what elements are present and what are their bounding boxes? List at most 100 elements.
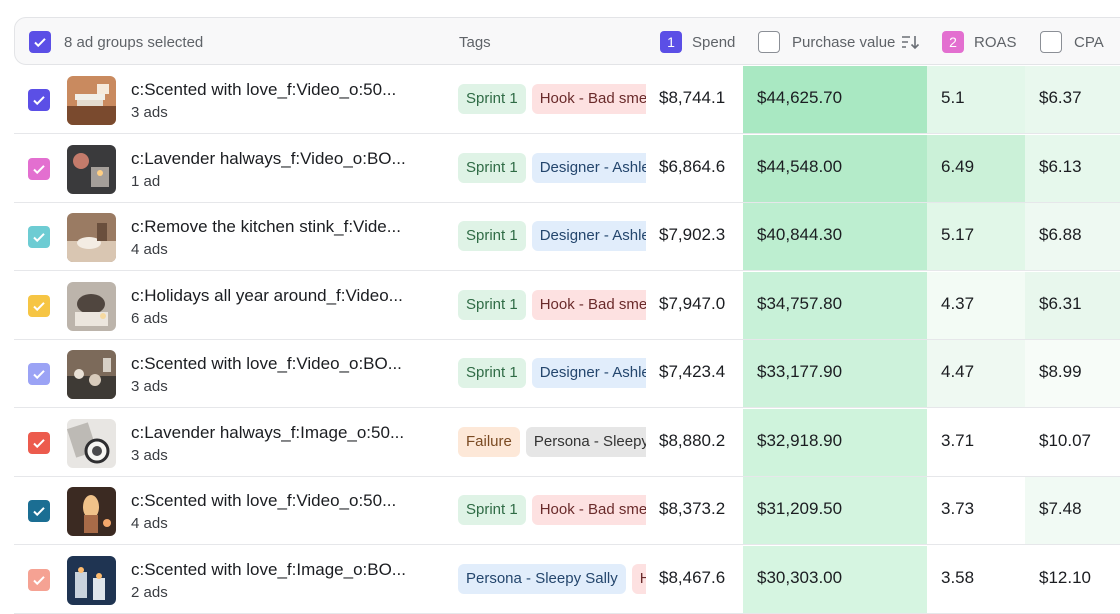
roas-value: 3.58 [941,567,975,587]
cpa-value: $6.88 [1039,225,1082,244]
ad-thumbnail[interactable] [67,76,116,125]
column-header-cpa[interactable]: CPA [1040,18,1104,66]
tag-chip[interactable]: Designer - Ashley [531,152,646,183]
cpa-checkbox[interactable] [1040,31,1062,53]
ad-group-name[interactable]: c:Scented with love_f:Video_o:50... [131,491,396,511]
cpa-cell: $6.88 [1025,203,1120,270]
checkmark-icon [34,38,46,48]
row-checkbox-cell [28,431,50,454]
tag-chip[interactable]: Hook - Bad smell [531,84,646,114]
ad-count: 1 ad [131,172,161,190]
row-checkbox[interactable] [28,294,50,317]
row-checkbox[interactable] [28,89,50,111]
ad-group-name[interactable]: c:Scented with love_f:Video_o:BO... [131,354,402,374]
roas-value: 6.49 [941,156,975,176]
row-checkbox[interactable] [28,500,50,522]
roas-value: 5.1 [941,88,965,107]
tag-chip[interactable]: Sprint 1 [458,221,526,251]
purchase-value-cell: $31,209.50 [743,477,927,544]
spend-value: $6,864.6 [659,156,726,176]
purchase-value: $44,548.00 [757,156,843,176]
tag-chip[interactable]: Sprint 1 [458,152,526,183]
roas-label: ROAS [974,33,1017,51]
row-checkbox[interactable] [28,363,50,385]
purchase-value: $33,177.90 [757,362,843,381]
cpa-cell: $8.99 [1025,340,1120,407]
row-checkbox-cell [28,500,50,522]
ad-group-name[interactable]: c:Lavender halways_f:Video_o:BO... [131,149,406,169]
roas-value: 3.71 [941,430,975,450]
ad-group-name[interactable]: c:Scented with love_f:Video_o:50... [131,80,396,100]
table-row[interactable]: $44,625.70 5.1 $6.37 c:Scented with love… [14,66,1120,134]
tag-chip[interactable]: Sprint 1 [458,289,526,320]
select-all-checkbox[interactable] [29,31,51,53]
checkmark-icon [33,575,45,585]
sort-icon[interactable] [901,34,921,50]
ad-thumbnail[interactable] [67,418,116,468]
table-row[interactable]: $34,757.80 4.37 $6.31 c:Holidays all yea… [14,271,1120,340]
row-checkbox[interactable] [28,226,50,248]
ad-groups-table: 8 ad groups selected Tags 1 Spend Purcha… [0,0,1120,614]
column-header-purchase-value[interactable]: Purchase value [758,18,921,66]
table-row[interactable]: $33,177.90 4.47 $8.99 c:Scented with lov… [14,340,1120,408]
row-checkbox[interactable] [28,431,50,454]
table-row[interactable]: $40,844.30 5.17 $6.88 c:Remove the kitch… [14,203,1120,271]
tag-chip[interactable]: Hook - Bad smell [631,563,646,594]
tag-chip[interactable]: Designer - Ashley [531,221,646,251]
ad-thumbnail[interactable] [67,350,116,399]
table-row[interactable]: $32,918.90 3.71 $10.07 c:Lavender halway… [14,408,1120,477]
row-checkbox[interactable] [28,157,50,180]
column-header-roas[interactable]: 2 ROAS [942,18,1017,66]
tag-chip[interactable]: Sprint 1 [458,84,526,114]
purchase-value-cell: $44,548.00 [743,134,927,202]
purchase-value: $32,918.90 [757,430,843,450]
tag-list: FailurePersona - Sleepy Sally [458,426,646,459]
ad-group-name[interactable]: c:Scented with love_f:Image_o:BO... [131,560,406,580]
table-row[interactable]: $30,303.00 3.58 $12.10 c:Scented with lo… [14,545,1120,614]
tag-list: Sprint 1 Hook - Bad smell [458,84,646,116]
cpa-cell: $6.13 [1025,134,1120,202]
ad-thumbnail[interactable] [67,555,116,605]
tag-chip[interactable]: Hook - Bad smell [531,289,646,320]
ad-thumbnail[interactable] [67,281,116,331]
tag-list: Sprint 1 Hook - Bad smell [458,495,646,527]
roas-cell: 6.49 [927,134,1025,202]
cpa-value: $8.99 [1039,362,1082,381]
table-row[interactable]: $44,548.00 6.49 $6.13 c:Lavender halways… [14,134,1120,203]
tag-chip[interactable]: Sprint 1 [458,358,526,388]
purchase-value-cell: $32,918.90 [743,408,927,476]
ad-thumbnail[interactable] [67,144,116,194]
tag-chip[interactable]: Failure [458,426,520,457]
spend-value: $8,880.2 [659,430,726,450]
tag-chip[interactable]: Hook - Bad smell [531,495,646,525]
column-header-spend[interactable]: 1 Spend [660,18,735,66]
tag-chip[interactable]: Designer - Ashley [531,358,646,388]
ad-group-name[interactable]: c:Remove the kitchen stink_f:Vide... [131,217,401,237]
row-checkbox[interactable] [28,568,50,591]
column-header-tags[interactable]: Tags [459,18,491,66]
spend-value: $7,902.3 [659,225,726,244]
row-checkbox-cell [28,89,50,111]
tag-chip[interactable]: Sprint 1 [458,495,526,525]
row-checkbox-cell [28,363,50,385]
cpa-value: $6.13 [1039,156,1082,176]
spend-sort-badge: 1 [660,31,682,53]
ad-thumbnail[interactable] [67,213,116,262]
spend-value: $8,373.2 [659,499,726,518]
table-row[interactable]: $31,209.50 3.73 $7.48 c:Scented with lov… [14,477,1120,545]
ad-thumbnail[interactable] [67,487,116,536]
row-checkbox-cell [28,157,50,180]
tag-chip[interactable]: Persona - Sleepy Sally [458,563,626,594]
purchase-value-cell: $40,844.30 [743,203,927,270]
ad-group-name[interactable]: c:Holidays all year around_f:Video... [131,286,403,306]
roas-cell: 4.37 [927,271,1025,339]
cpa-cell: $6.31 [1025,271,1120,339]
purchase-value: $34,757.80 [757,293,843,313]
cpa-value: $6.37 [1039,88,1082,107]
cpa-cell: $6.37 [1025,66,1120,133]
checkmark-icon [33,233,45,243]
tag-chip[interactable]: Persona - Sleepy Sally [525,426,646,457]
purchase-value-checkbox[interactable] [758,31,780,53]
spend-value: $7,947.0 [659,293,726,313]
ad-group-name[interactable]: c:Lavender halways_f:Image_o:50... [131,423,404,443]
